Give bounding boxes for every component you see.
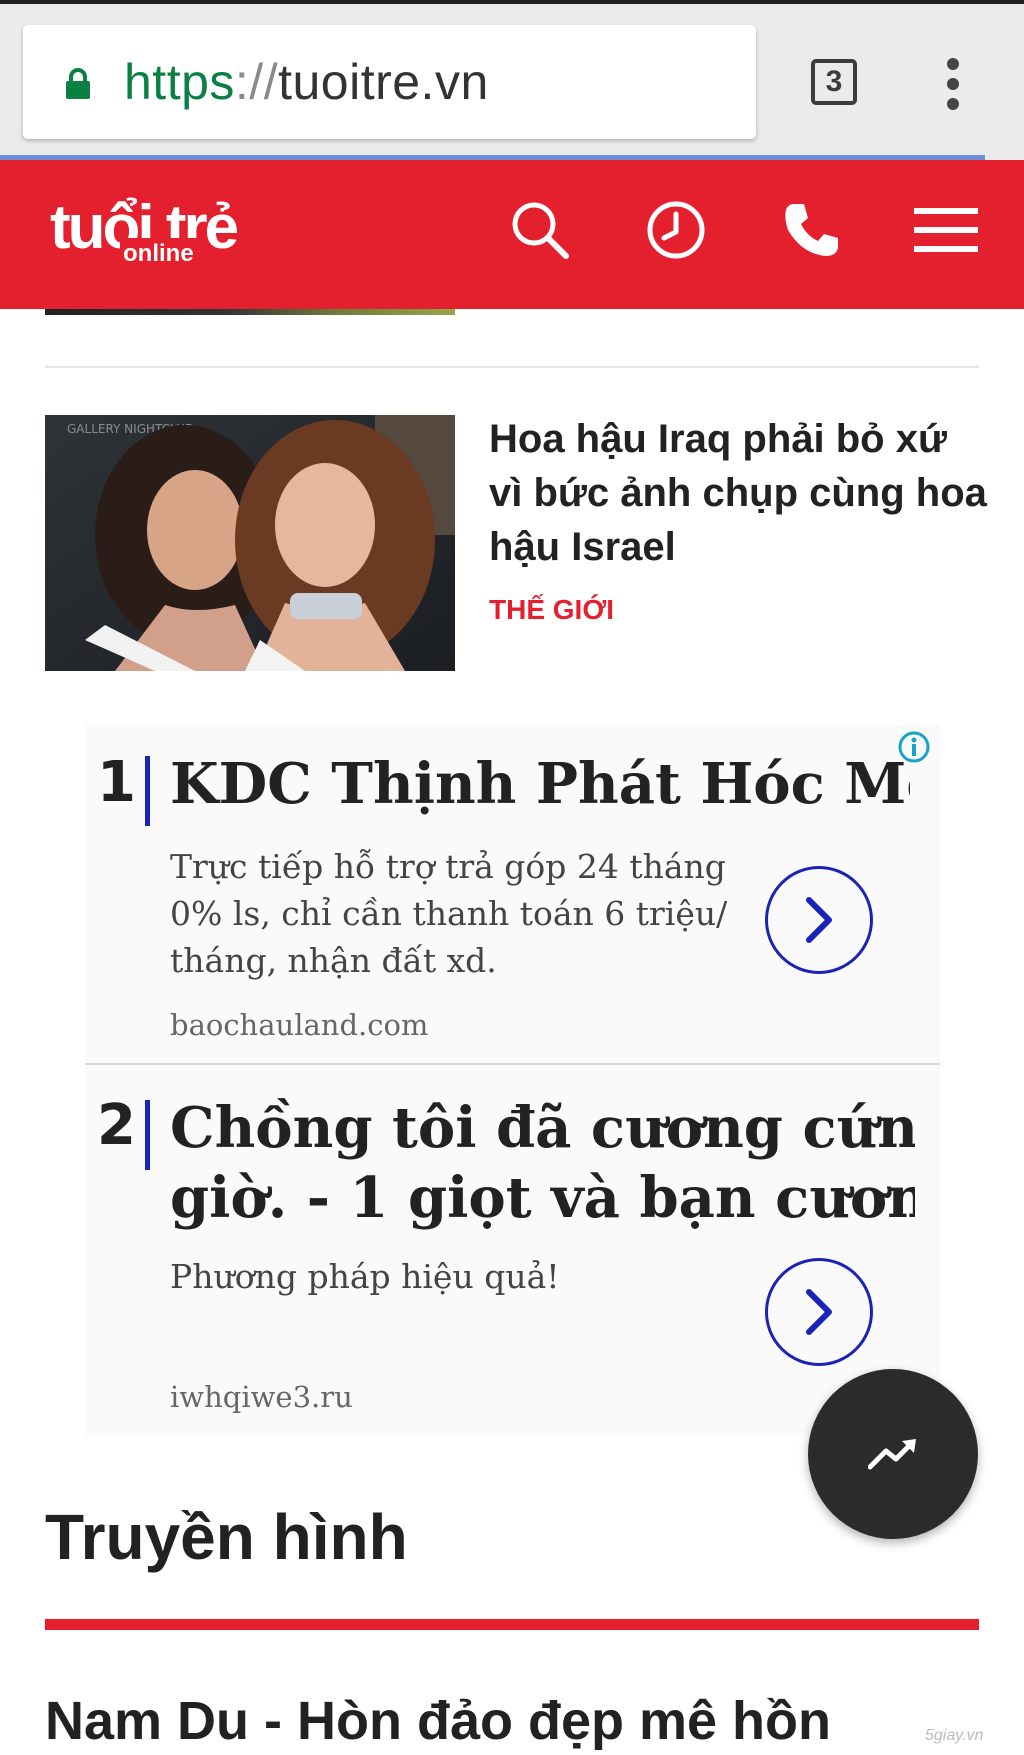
ad-title-line2[interactable]: giờ. - 1 giọt và bạn cương cứng [170, 1162, 915, 1234]
hamburger-menu-icon[interactable] [914, 198, 978, 262]
section-title[interactable]: Truyền hình [45, 1500, 408, 1574]
watermark: 5giay.vn [925, 1727, 984, 1744]
overflow-menu-icon[interactable] [945, 58, 961, 110]
ad-title-line1[interactable]: Chồng tôi đã cương cứng 4 [170, 1092, 915, 1164]
section-underline [45, 1619, 979, 1630]
ad-number: 1 [97, 750, 136, 815]
ad-open-button[interactable] [765, 866, 873, 974]
section-story-title[interactable]: Nam Du - Hòn đảo đẹp mê hồn [45, 1690, 831, 1752]
url-scheme: https [124, 54, 235, 110]
trending-up-icon [868, 1439, 916, 1470]
clock-icon[interactable] [644, 198, 708, 262]
chevron-right-icon [806, 1289, 832, 1335]
article-title[interactable]: Hoa hậu Iraq phải bỏ xứ vì bức ảnh chụp … [489, 412, 989, 574]
lock-icon [66, 68, 90, 99]
url-text[interactable]: https://tuoitre.vn [124, 52, 489, 112]
status-bar-edge [0, 0, 1024, 4]
ad-domain[interactable]: baochauland.com [170, 1008, 428, 1042]
article-category[interactable]: THẾ GIỚI [489, 594, 614, 626]
tab-switcher-button[interactable]: 3 [811, 59, 857, 105]
search-icon[interactable] [508, 198, 572, 262]
logo-online: online [123, 240, 194, 267]
url-separator: :// [234, 54, 279, 110]
previous-article-image-edge [45, 309, 455, 315]
divider [45, 366, 979, 368]
chevron-right-icon [806, 897, 832, 943]
ad-title[interactable]: KDC Thịnh Phát Hóc Môn [170, 748, 910, 820]
ad-divider [85, 1063, 940, 1065]
phone-icon[interactable] [780, 198, 844, 262]
trending-button[interactable] [808, 1369, 978, 1539]
site-logo[interactable]: tuổi trẻ online [50, 190, 298, 270]
ad-accent-bar [145, 1100, 150, 1170]
ad-number: 2 [97, 1093, 136, 1158]
ad-domain[interactable]: iwhqiwe3.ru [170, 1380, 353, 1414]
ad-accent-bar [145, 756, 150, 826]
article-photo: GALLERY NIGHTCLUB [45, 415, 455, 671]
article-thumbnail[interactable]: GALLERY NIGHTCLUB [45, 415, 455, 671]
ad-description: Phương pháp hiệu quả! [170, 1257, 560, 1296]
ad-description: Trực tiếp hỗ trợ trả góp 24 tháng 0% ls,… [170, 847, 728, 980]
url-host: tuoitre.vn [278, 54, 489, 110]
ad-open-button[interactable] [765, 1258, 873, 1366]
